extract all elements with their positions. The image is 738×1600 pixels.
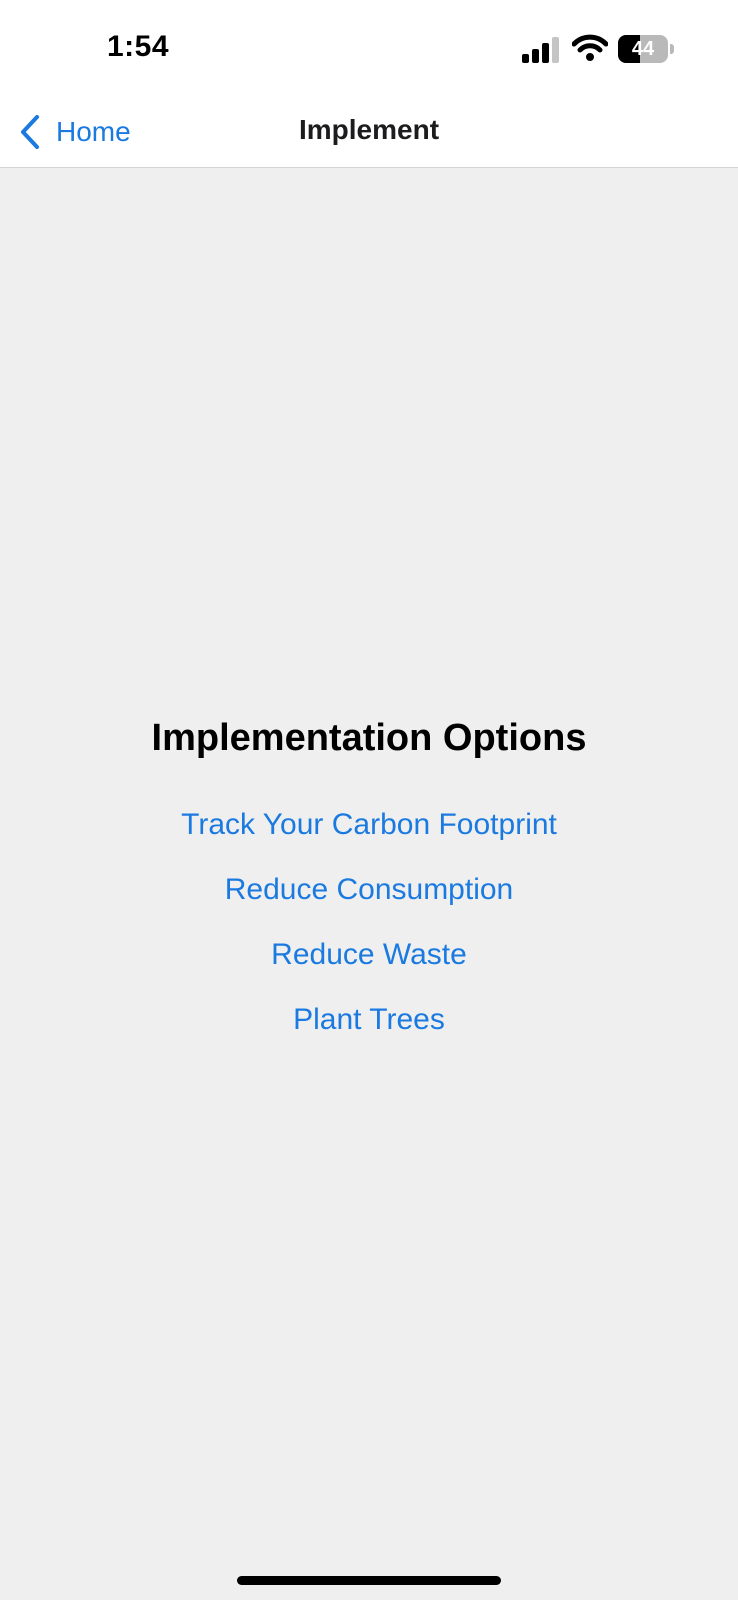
list-item: Track Your Carbon Footprint [0,792,738,857]
list-item: Reduce Waste [0,922,738,987]
status-time: 1:54 [107,30,170,63]
list-item: Reduce Consumption [0,857,738,922]
option-reduce-waste[interactable]: Reduce Waste [0,922,738,987]
list-item: Plant Trees [0,987,738,1052]
signal-icon [522,37,559,63]
option-reduce-consumption[interactable]: Reduce Consumption [0,857,738,922]
main-content: Implementation Options Track Your Carbon… [0,700,738,1052]
options-list: Track Your Carbon Footprint Reduce Consu… [0,792,738,1052]
navigation-bar: Home Implement [0,100,738,168]
home-indicator[interactable] [237,1576,501,1585]
page-title: Implement [298,114,440,145]
wifi-icon [572,34,608,61]
status-bar: 1:54 44 [0,0,738,100]
battery-percent: 44 [631,38,655,60]
option-track-carbon-footprint[interactable]: Track Your Carbon Footprint [0,792,738,857]
option-plant-trees[interactable]: Plant Trees [0,987,738,1052]
section-heading: Implementation Options [151,717,587,759]
battery-icon: 44 [618,35,674,63]
